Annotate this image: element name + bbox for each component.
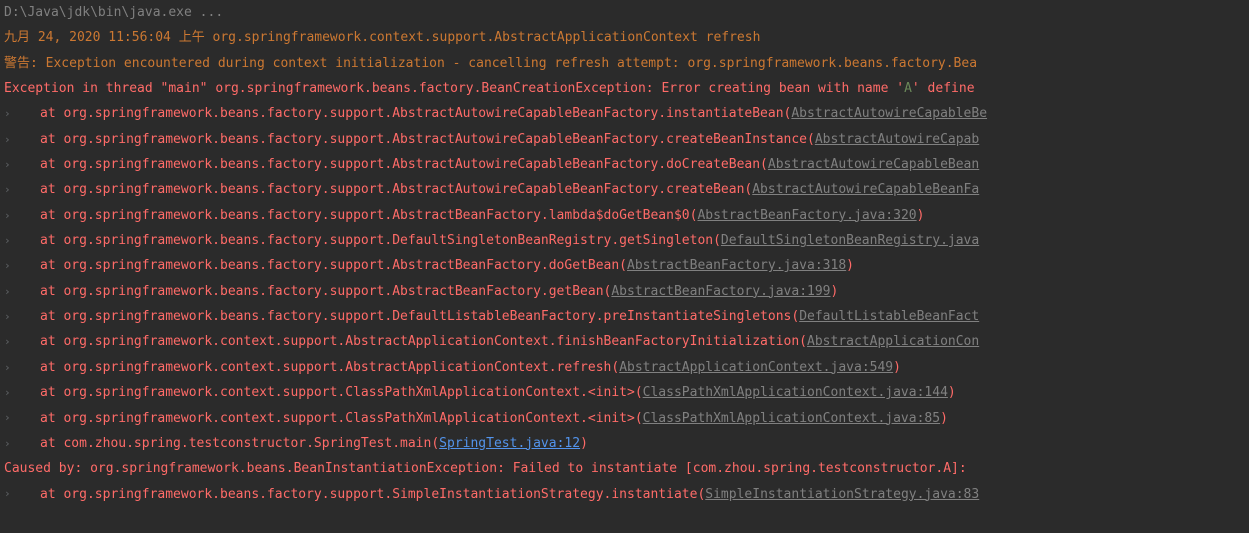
chevron-right-icon[interactable]: › <box>4 433 14 454</box>
chevron-right-icon[interactable]: › <box>4 407 14 428</box>
source-link[interactable]: ClassPathXmlApplicationContext.java:85 <box>643 411 940 426</box>
source-link[interactable]: AbstractAutowireCapableBean <box>768 157 979 172</box>
frame-method: at org.springframework.beans.factory.sup… <box>40 233 721 248</box>
frame-method: at com.zhou.spring.testconstructor.Sprin… <box>40 436 439 451</box>
source-link[interactable]: AbstractAutowireCapableBeanFa <box>752 182 979 197</box>
frame-method: at org.springframework.beans.factory.sup… <box>40 487 705 502</box>
source-link[interactable]: SpringTest.java:12 <box>439 436 580 451</box>
source-link[interactable]: AbstractBeanFactory.java:199 <box>611 284 830 299</box>
chevron-right-icon[interactable]: › <box>4 179 14 200</box>
frame-method: at org.springframework.beans.factory.sup… <box>40 208 697 223</box>
stack-frame: › at org.springframework.context.support.… <box>0 406 1249 431</box>
source-link[interactable]: AbstractAutowireCapab <box>815 132 979 147</box>
frame-method: at org.springframework.beans.factory.sup… <box>40 106 791 121</box>
chevron-right-icon[interactable]: › <box>4 230 14 251</box>
stack-frame: › at org.springframework.beans.factory.su… <box>0 482 1249 507</box>
stack-frame: › at org.springframework.beans.factory.su… <box>0 101 1249 126</box>
timestamp-line: 九月 24, 2020 11:56:04 上午 org.springframew… <box>0 25 1249 50</box>
stack-frame: › at org.springframework.beans.factory.su… <box>0 152 1249 177</box>
frame-method: at org.springframework.beans.factory.sup… <box>40 157 768 172</box>
chevron-right-icon[interactable]: › <box>4 103 14 124</box>
frame-method: at org.springframework.beans.factory.sup… <box>40 258 627 273</box>
stack-frame: › at com.zhou.spring.testconstructor.Spri… <box>0 431 1249 456</box>
frame-close: ) <box>948 385 956 400</box>
exception-line: Exception in thread "main" org.springfra… <box>0 76 1249 101</box>
chevron-right-icon[interactable]: › <box>4 483 14 504</box>
source-link[interactable]: SimpleInstantiationStrategy.java:83 <box>705 487 979 502</box>
frame-method: at org.springframework.beans.factory.sup… <box>40 132 815 147</box>
stack-frame: › at org.springframework.context.support.… <box>0 380 1249 405</box>
chevron-right-icon[interactable]: › <box>4 357 14 378</box>
chevron-right-icon[interactable]: › <box>4 306 14 327</box>
source-link[interactable]: AbstractBeanFactory.java:318 <box>627 258 846 273</box>
chevron-right-icon[interactable]: › <box>4 129 14 150</box>
caused-by-line: Caused by: org.springframework.beans.Bea… <box>0 456 1249 481</box>
chevron-right-icon[interactable]: › <box>4 205 14 226</box>
source-link[interactable]: DefaultSingletonBeanRegistry.java <box>721 233 979 248</box>
stack-frame: › at org.springframework.beans.factory.su… <box>0 279 1249 304</box>
stack-frame: › at org.springframework.beans.factory.su… <box>0 177 1249 202</box>
source-link[interactable]: AbstractAutowireCapableBe <box>791 106 987 121</box>
chevron-right-icon[interactable]: › <box>4 255 14 276</box>
exception-suffix: ' define <box>912 81 975 96</box>
source-link[interactable]: AbstractApplicationContext.java:549 <box>619 360 893 375</box>
exception-prefix: Exception in thread "main" org.springfra… <box>4 81 904 96</box>
frame-close: ) <box>846 258 854 273</box>
frame-method: at org.springframework.context.support.C… <box>40 385 643 400</box>
source-link[interactable]: DefaultListableBeanFact <box>799 309 979 324</box>
frame-close: ) <box>893 360 901 375</box>
frame-method: at org.springframework.beans.factory.sup… <box>40 284 611 299</box>
frame-method: at org.springframework.context.support.C… <box>40 411 643 426</box>
stack-frame: › at org.springframework.beans.factory.su… <box>0 304 1249 329</box>
frame-close: ) <box>917 208 925 223</box>
console-output: D:\Java\jdk\bin\java.exe ... 九月 24, 2020… <box>0 0 1249 507</box>
stack-frame: › at org.springframework.beans.factory.su… <box>0 203 1249 228</box>
warning-line: 警告: Exception encountered during context… <box>0 51 1249 76</box>
frame-method: at org.springframework.beans.factory.sup… <box>40 182 752 197</box>
stack-frame: › at org.springframework.beans.factory.su… <box>0 228 1249 253</box>
frame-close: ) <box>580 436 588 451</box>
command-line: D:\Java\jdk\bin\java.exe ... <box>0 0 1249 25</box>
chevron-right-icon[interactable]: › <box>4 382 14 403</box>
stack-frame: › at org.springframework.context.support.… <box>0 355 1249 380</box>
chevron-right-icon[interactable]: › <box>4 331 14 352</box>
frame-close: ) <box>831 284 839 299</box>
source-link[interactable]: AbstractApplicationCon <box>807 334 979 349</box>
frame-method: at org.springframework.context.support.A… <box>40 360 619 375</box>
frame-method: at org.springframework.context.support.A… <box>40 334 807 349</box>
bean-name: A <box>904 81 912 96</box>
stack-frame: › at org.springframework.context.support.… <box>0 329 1249 354</box>
stack-frame: › at org.springframework.beans.factory.su… <box>0 127 1249 152</box>
stack-frame: › at org.springframework.beans.factory.su… <box>0 253 1249 278</box>
chevron-right-icon[interactable]: › <box>4 281 14 302</box>
frame-method: at org.springframework.beans.factory.sup… <box>40 309 799 324</box>
stack-trace: › at org.springframework.beans.factory.su… <box>0 101 1249 456</box>
chevron-right-icon[interactable]: › <box>4 154 14 175</box>
source-link[interactable]: ClassPathXmlApplicationContext.java:144 <box>643 385 948 400</box>
frame-close: ) <box>940 411 948 426</box>
source-link[interactable]: AbstractBeanFactory.java:320 <box>697 208 916 223</box>
